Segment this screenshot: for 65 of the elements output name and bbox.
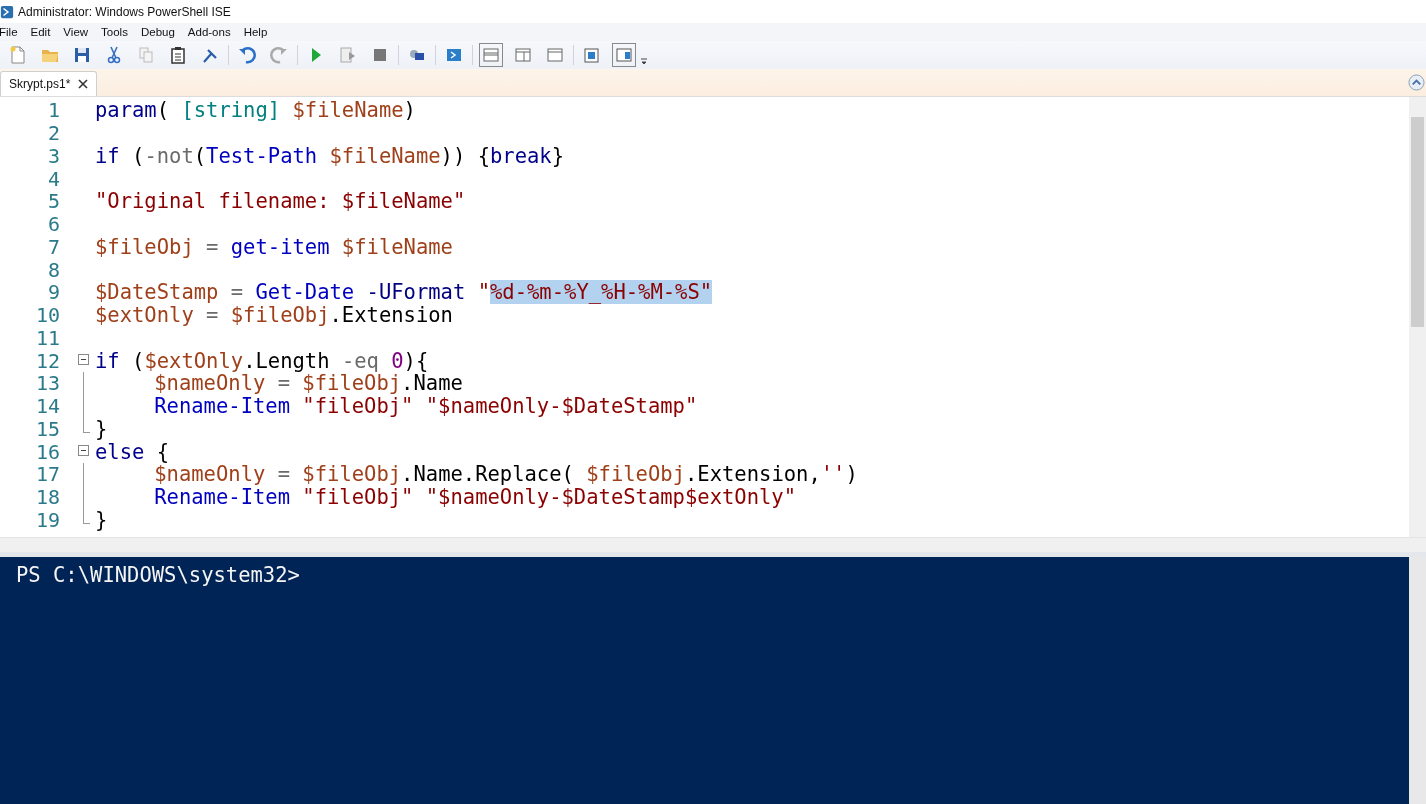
line-number: 14 (34, 394, 60, 419)
file-tab[interactable]: Skrypt.ps1* (0, 71, 98, 96)
code-line: $DateStamp = Get-Date -UFormat "%d-%m-%Y_%H-%M-%S" (95, 280, 713, 305)
line-number: 16 (34, 439, 60, 464)
collapse-toggle[interactable] (78, 354, 89, 366)
menu-item[interactable]: Edit (30, 26, 57, 38)
code-line: } (95, 416, 108, 441)
menu-item[interactable]: View (63, 26, 95, 38)
line-number: 15 (34, 416, 60, 441)
collapse-toggle[interactable] (78, 445, 89, 457)
line-number: 1 (46, 98, 60, 123)
code-line: else { (95, 439, 170, 464)
clipboard-icon[interactable] (169, 46, 187, 64)
undo-icon[interactable] (238, 46, 256, 64)
command-pane-icon[interactable] (615, 46, 633, 64)
line-number: 12 (34, 348, 60, 373)
code-line: Rename-Item "fileObj" "$nameOnly-$DateStamp$extOnly" (153, 485, 797, 510)
line-number: 4 (46, 166, 60, 191)
code-line: param( [string] $fileName) (95, 98, 416, 123)
layout-maximized-icon[interactable] (546, 46, 564, 64)
horizontal-scrollbar[interactable] (0, 537, 1426, 552)
new-file-icon[interactable] (9, 46, 27, 64)
line-number: 17 (34, 462, 60, 487)
menu-item[interactable]: Tools (101, 26, 134, 38)
redo-icon[interactable] (270, 46, 288, 64)
layout-top-icon[interactable] (482, 46, 500, 64)
line-number: 6 (46, 212, 60, 237)
script-pane-icon[interactable] (583, 46, 601, 64)
line-number: 18 (34, 485, 60, 510)
code-line: $fileObj = get-item $fileName (95, 234, 453, 259)
code-line: } (95, 507, 108, 532)
console-prompt: PS C:\WINDOWS\system32> (16, 563, 300, 589)
line-number: 2 (46, 121, 60, 146)
line-number: 7 (46, 234, 60, 259)
line-number: 19 (34, 507, 60, 532)
line-number: 9 (46, 280, 60, 305)
line-number: 10 (34, 303, 60, 328)
menu-item[interactable]: Add-ons (187, 26, 237, 38)
line-number: 8 (46, 257, 60, 282)
code-line: $extOnly = $fileObj.Extension (95, 303, 453, 328)
console-icon[interactable] (445, 46, 463, 64)
line-number: 5 (46, 189, 60, 214)
code-line: if ($extOnly.Length -eq 0){ (95, 348, 429, 373)
menu-item[interactable]: Debug (140, 26, 181, 38)
close-icon[interactable] (78, 79, 89, 89)
overflow-caret-icon[interactable] (640, 57, 648, 65)
window-title: Administrator: Windows PowerShell ISE (18, 4, 231, 19)
collapse-icon[interactable] (1408, 74, 1425, 91)
code-line: Rename-Item "fileObj" "$nameOnly-$DateStamp" (153, 394, 698, 419)
line-number: 13 (34, 371, 60, 396)
menu-item[interactable]: Help (243, 26, 274, 38)
code-line: $nameOnly = $fileObj.Name (154, 371, 463, 396)
run-selection-icon[interactable] (339, 46, 357, 64)
code-line: if (-not(Test-Path $fileName)) {break} (95, 143, 565, 168)
menu-item[interactable]: File (0, 26, 24, 38)
line-number: 3 (46, 143, 60, 168)
stop-icon[interactable] (371, 46, 389, 64)
vertical-scrollbar[interactable] (1409, 97, 1426, 537)
console-scrollbar[interactable] (1409, 557, 1426, 804)
code-line: "Original filename: $fileName" (95, 189, 466, 214)
line-number: 11 (34, 325, 60, 350)
save-icon[interactable] (73, 46, 91, 64)
code-line: $nameOnly = $fileObj.Name.Replace( $fileObj.Extension,'') (153, 462, 858, 487)
layout-right-icon[interactable] (514, 46, 532, 64)
cut-icon[interactable] (105, 46, 123, 64)
